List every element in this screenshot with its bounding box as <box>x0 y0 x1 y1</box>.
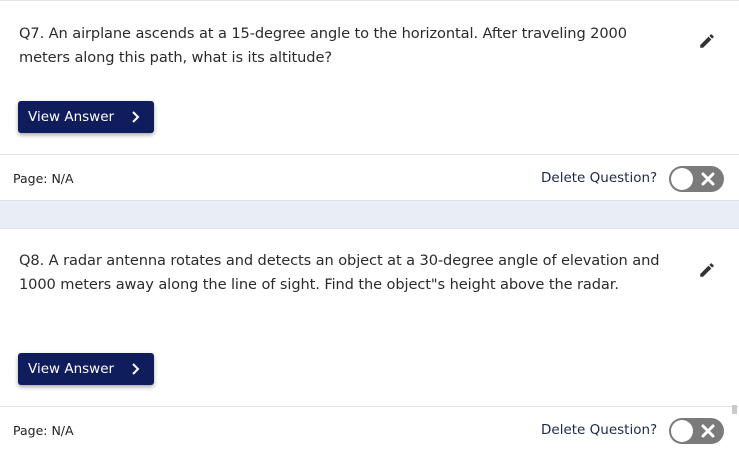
view-answer-label: View Answer <box>28 361 115 377</box>
question-card: Q7. An airplane ascends at a 15-degree a… <box>0 0 739 201</box>
close-icon <box>701 424 715 438</box>
delete-question-toggle[interactable] <box>669 166 724 192</box>
toggle-knob <box>671 420 693 442</box>
question-footer: Page: N/A Delete Question? <box>0 154 739 202</box>
delete-question-label: Delete Question? <box>541 422 658 438</box>
edit-question-button[interactable] <box>695 258 719 282</box>
delete-question-toggle[interactable] <box>669 418 724 444</box>
edit-question-button[interactable] <box>695 29 719 53</box>
delete-question-label: Delete Question? <box>541 170 658 186</box>
view-answer-button[interactable]: View Answer <box>18 353 154 385</box>
chevron-right-icon <box>132 363 140 375</box>
question-text: Q7. An airplane ascends at a 15-degree a… <box>19 25 627 66</box>
question-text: Q8. A radar antenna rotates and detects … <box>19 252 660 293</box>
view-answer-label: View Answer <box>28 109 115 125</box>
pencil-icon <box>700 263 714 277</box>
question-footer: Page: N/A Delete Question? <box>0 406 739 454</box>
question-card: Q8. A radar antenna rotates and detects … <box>0 228 739 458</box>
page-label: Page: N/A <box>13 423 74 438</box>
pencil-icon <box>700 34 714 48</box>
toggle-knob <box>671 168 693 190</box>
page-label: Page: N/A <box>13 171 74 186</box>
view-answer-button[interactable]: View Answer <box>18 101 154 133</box>
scrollbar-thumb[interactable] <box>732 405 737 414</box>
chevron-right-icon <box>132 111 140 123</box>
close-icon <box>701 172 715 186</box>
